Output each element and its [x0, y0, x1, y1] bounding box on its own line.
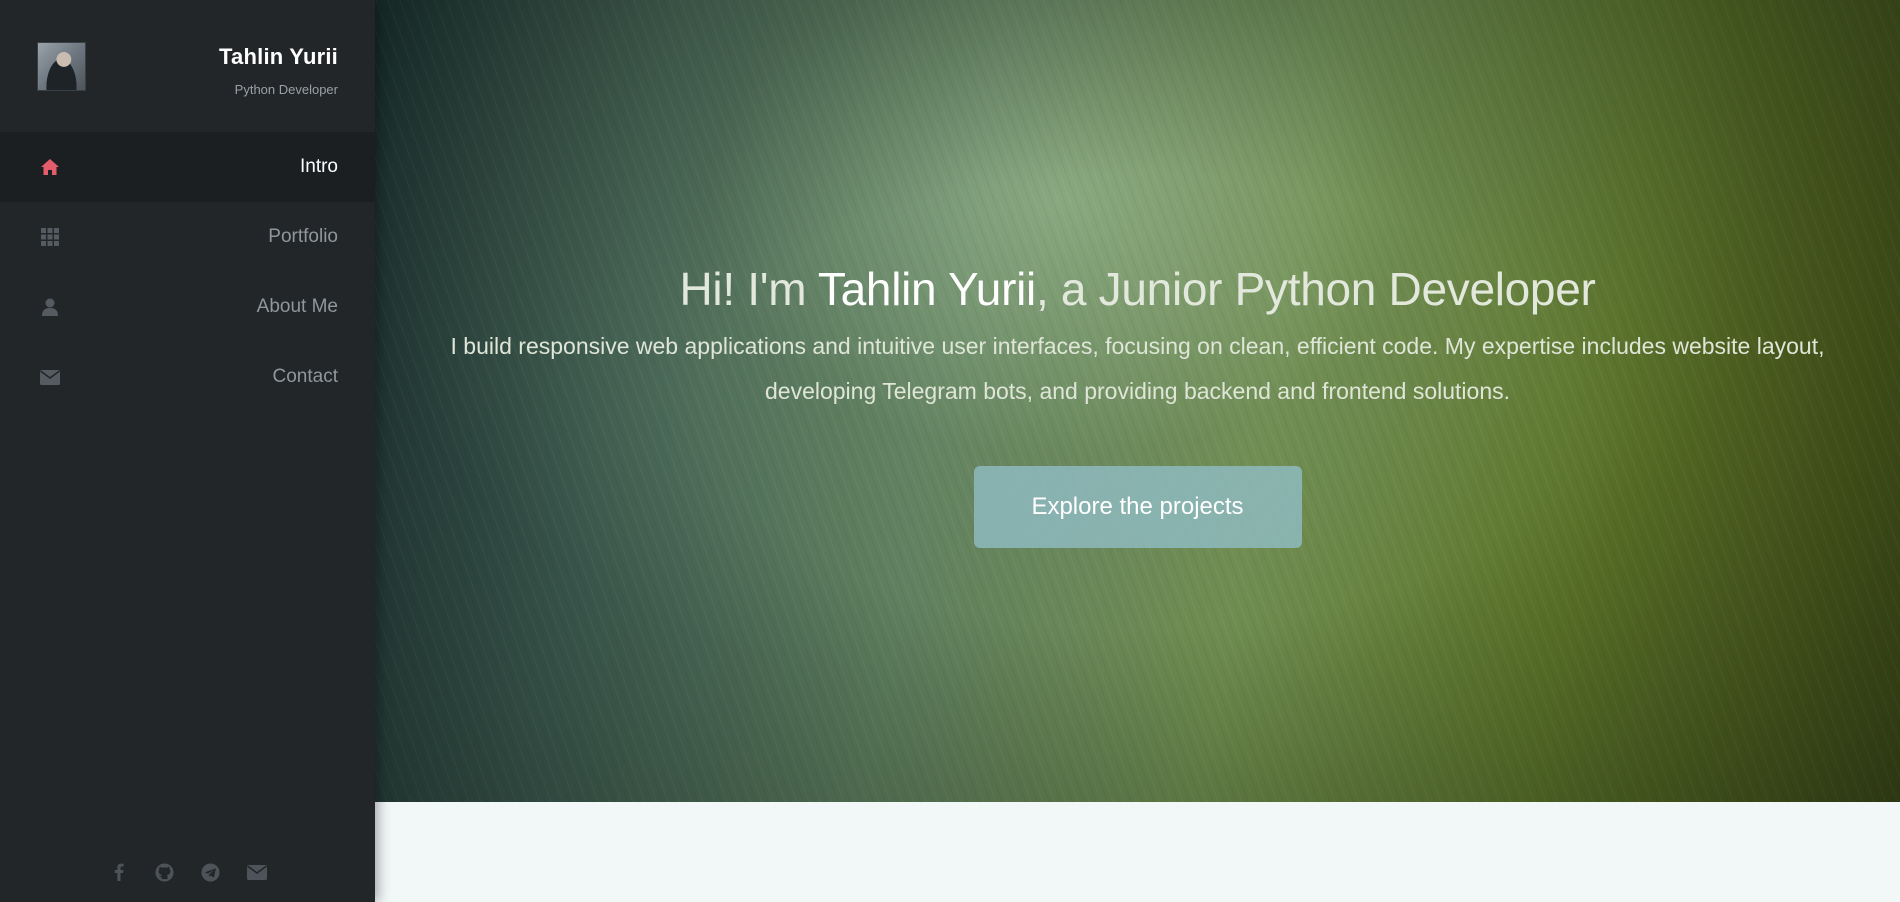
sidebar-item-portfolio[interactable]: Portfolio	[0, 202, 375, 272]
profile-role: Python Developer	[234, 82, 338, 97]
hero-section: Hi! I'm Tahlin Yurii, a Junior Python De…	[375, 0, 1900, 802]
hero-title: Hi! I'm Tahlin Yurii, a Junior Python De…	[375, 262, 1900, 316]
sidebar: Tahlin Yurii Python Developer Intro Port…	[0, 0, 375, 902]
social-links	[0, 862, 375, 882]
hero-title-prefix: Hi! I'm	[679, 263, 818, 315]
hero-description: I build responsive web applications and …	[450, 333, 1825, 404]
hero-content: Hi! I'm Tahlin Yurii, a Junior Python De…	[375, 262, 1900, 548]
profile-name[interactable]: Tahlin Yurii	[219, 44, 338, 70]
sidebar-nav: Intro Portfolio About Me Contact	[0, 132, 375, 412]
facebook-icon[interactable]	[109, 862, 129, 882]
envelope-icon	[40, 367, 60, 387]
grid-icon	[40, 227, 60, 247]
email-icon[interactable]	[246, 862, 267, 882]
profile-header: Tahlin Yurii Python Developer	[0, 0, 375, 132]
hero-title-suffix: , a Junior Python Developer	[1035, 263, 1596, 315]
sidebar-item-label: Portfolio	[268, 226, 338, 247]
sidebar-item-about[interactable]: About Me	[0, 272, 375, 342]
next-section	[375, 802, 1900, 902]
explore-projects-button[interactable]: Explore the projects	[973, 466, 1302, 548]
avatar[interactable]	[37, 42, 86, 91]
profile-text: Tahlin Yurii Python Developer	[219, 42, 338, 97]
sidebar-item-label: Contact	[272, 366, 338, 387]
telegram-icon[interactable]	[201, 862, 221, 882]
sidebar-item-intro[interactable]: Intro	[0, 132, 375, 202]
sidebar-item-label: About Me	[256, 296, 338, 317]
hero-title-name: Tahlin Yurii	[817, 263, 1036, 315]
sidebar-item-label: Intro	[299, 156, 338, 177]
user-icon	[40, 297, 60, 317]
home-icon	[40, 157, 60, 177]
sidebar-item-contact[interactable]: Contact	[0, 342, 375, 412]
github-icon[interactable]	[155, 862, 175, 882]
